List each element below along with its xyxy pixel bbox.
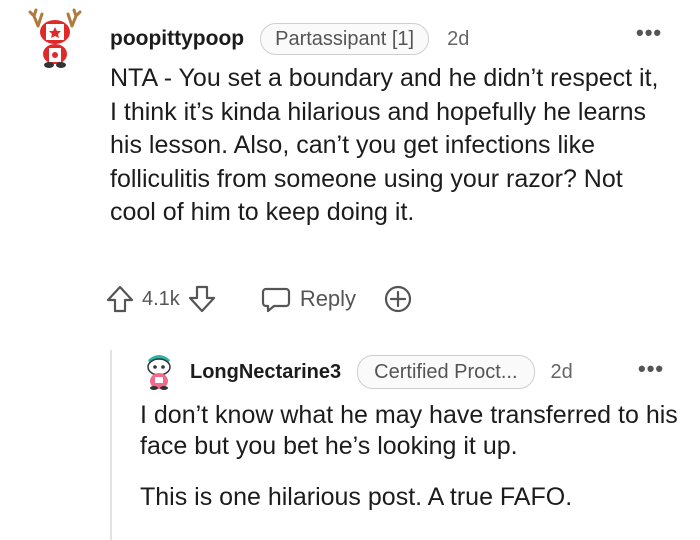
comment-actions: 4.1k Reply [104,282,414,316]
vote-count: 4.1k [142,287,180,310]
reply-timestamp[interactable]: 2d [551,361,573,384]
upvote-icon[interactable] [104,283,136,315]
reply-user-flair: Certified Proct... [357,355,535,389]
snoo-avatar-icon [147,355,171,390]
reply-paragraph: This is one hilarious post. A true FAFO. [140,483,573,511]
reply-more-options-icon[interactable]: ••• [638,356,664,382]
user-avatar[interactable] [28,8,82,68]
downvote-icon[interactable] [186,283,218,315]
snoo-avatar-icon [28,8,82,68]
reply-button[interactable]: Reply [260,283,356,315]
thread-line[interactable] [110,350,112,540]
reply-user-avatar[interactable] [142,350,176,390]
reply-body: I don’t know what he may have transferre… [140,400,680,533]
comment-header: poopittypoop Partassipant [1] 2d [110,23,469,55]
comment-body: NTA - You set a boundary and he didn’t r… [110,64,659,226]
username[interactable]: poopittypoop [110,27,244,51]
reply-header: LongNectarine3 Certified Proct... 2d [190,355,573,389]
user-flair: Partassipant [1] [260,23,430,55]
reply-paragraph: I don’t know what he may have transferre… [140,401,678,460]
timestamp[interactable]: 2d [447,28,469,51]
reply-username[interactable]: LongNectarine3 [190,361,341,384]
reply-label: Reply [299,286,357,311]
award-icon[interactable] [382,283,414,315]
comment-bubble-icon [261,287,290,313]
more-options-icon[interactable]: ••• [636,20,662,46]
